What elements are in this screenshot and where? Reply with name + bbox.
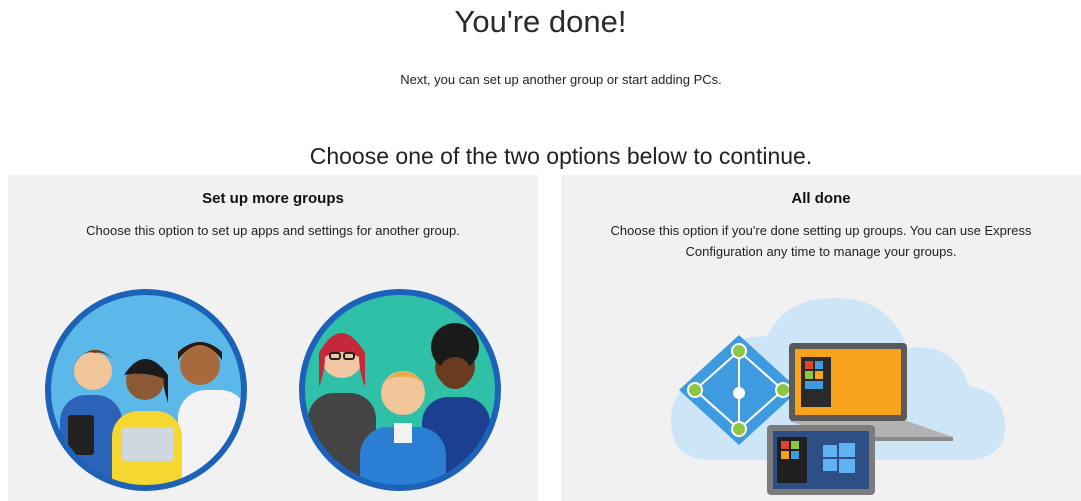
all-done-illustration: [671, 298, 1005, 495]
groups-illustration: [45, 289, 501, 491]
choose-prompt: Choose one of the two options below to c…: [309, 143, 813, 169]
people-group-icon: [299, 289, 501, 491]
people-group-icon: [45, 289, 247, 491]
option-card-all-done[interactable]: All done Choose this option if you're do…: [561, 175, 1081, 501]
option-card-set-up-more-groups[interactable]: Set up more groups Choose this option to…: [8, 175, 538, 501]
tablet-icon: [767, 425, 875, 495]
page-subtitle: Next, you can set up another group or st…: [400, 72, 722, 87]
page-title: You're done!: [454, 4, 627, 39]
